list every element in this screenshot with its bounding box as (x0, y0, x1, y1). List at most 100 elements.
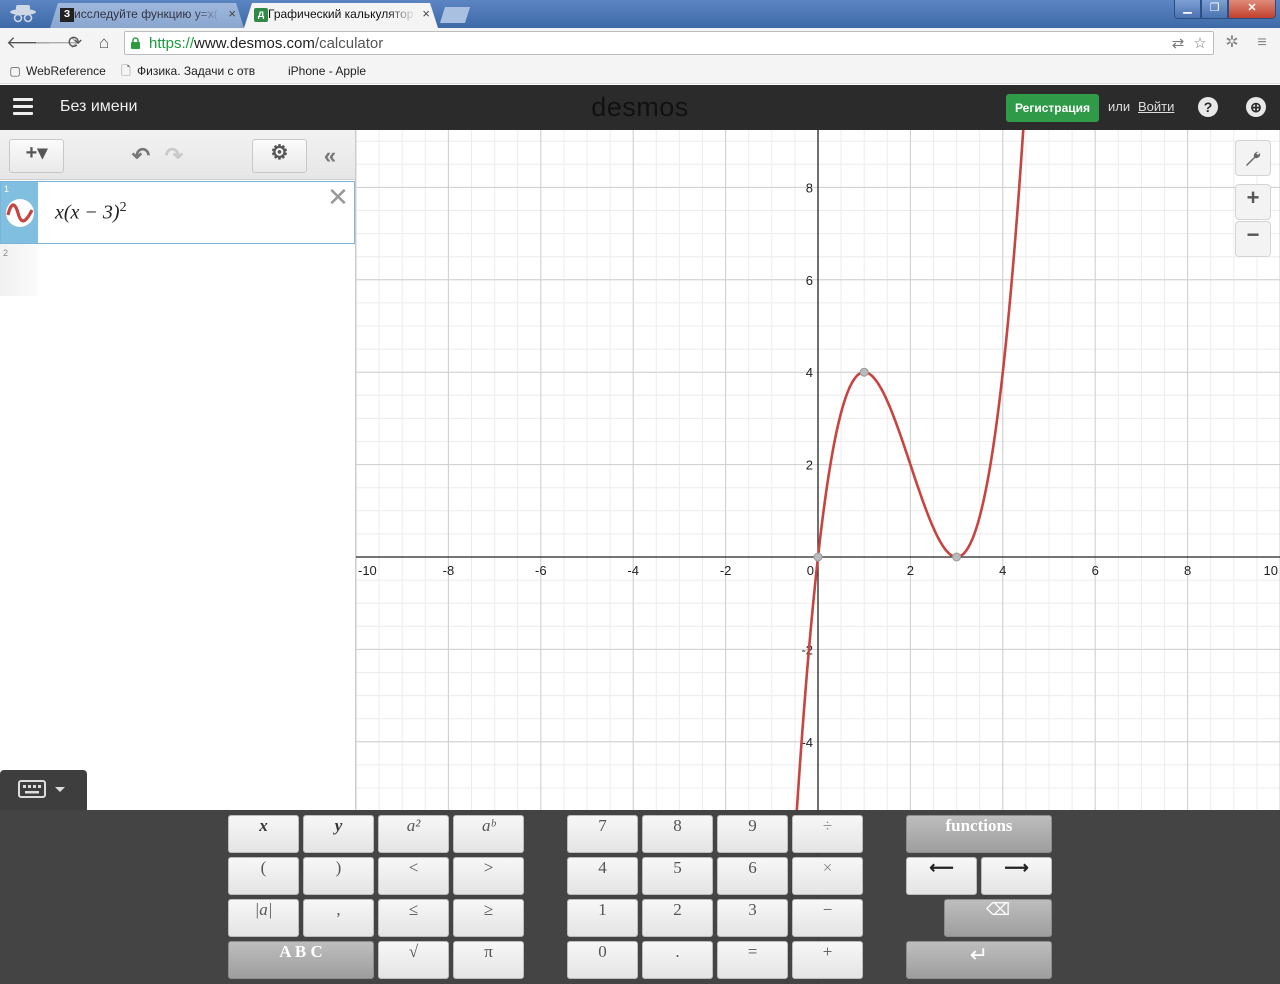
key-sqrt[interactable]: √ (378, 941, 449, 979)
wrench-icon (1246, 151, 1261, 166)
bookmark-item[interactable]: ▢ WebReference (6, 62, 106, 80)
key-y[interactable]: y (303, 815, 374, 853)
key-multiply[interactable]: × (792, 857, 863, 895)
left-arrow-key[interactable]: ⟵ (906, 857, 977, 895)
apple-icon (270, 64, 284, 78)
bookmark-item[interactable]: iPhone - Apple (268, 62, 366, 80)
key-pi[interactable]: π (453, 941, 524, 979)
backspace-key[interactable]: ⌫ (944, 899, 1052, 937)
key-2[interactable]: 2 (642, 899, 713, 937)
x-tick-label: 10 (1264, 563, 1278, 578)
key-4[interactable]: 4 (567, 857, 638, 895)
key-equals[interactable]: = (717, 941, 788, 979)
key-power[interactable]: aᵇ (453, 815, 524, 853)
forward-arrow-icon[interactable]: 🡒 (34, 32, 80, 54)
key-1[interactable]: 1 (567, 899, 638, 937)
zoom-in-button[interactable]: + (1235, 184, 1271, 220)
key-7[interactable]: 7 (567, 815, 638, 853)
extension-icon[interactable]: ✲ (1221, 32, 1243, 54)
reload-icon[interactable]: ⟳ (64, 32, 86, 54)
key-comma[interactable]: , (303, 899, 374, 937)
key-6[interactable]: 6 (717, 857, 788, 895)
minimize-button[interactable]: ▁ (1174, 0, 1201, 19)
zoom-out-button[interactable]: − (1235, 221, 1271, 257)
key-greater-equal[interactable]: ≥ (453, 899, 524, 937)
key-abs[interactable]: |a| (228, 899, 299, 937)
redo-icon[interactable]: ↷ (160, 142, 188, 170)
document-icon: 🗋 (121, 64, 131, 78)
incognito-icon (10, 5, 36, 23)
key-8[interactable]: 8 (642, 815, 713, 853)
close-tab-icon[interactable]: × (228, 3, 236, 25)
key-close-paren[interactable]: ) (303, 857, 374, 895)
key-abc[interactable]: A B C (228, 941, 374, 979)
key-less-equal[interactable]: ≤ (378, 899, 449, 937)
bookmark-item[interactable]: 🗋 Физика. Задачи с отв (117, 62, 257, 80)
key-9[interactable]: 9 (717, 815, 788, 853)
login-link[interactable]: Войти (1138, 99, 1174, 114)
close-tab-icon[interactable]: × (422, 3, 430, 25)
globe-icon[interactable]: ⊕ (1246, 97, 1266, 117)
key-minus[interactable]: − (792, 899, 863, 937)
key-3[interactable]: 3 (717, 899, 788, 937)
functions-button[interactable]: functions (906, 815, 1052, 853)
desmos-favicon-icon: д (254, 8, 268, 22)
key-5[interactable]: 5 (642, 857, 713, 895)
settings-button[interactable]: ⚙ (252, 139, 307, 173)
key-divide[interactable]: ÷ (792, 815, 863, 853)
key-plus[interactable]: + (792, 941, 863, 979)
tab-inactive[interactable]: З исследуйте функцию y=x( × (50, 3, 244, 28)
enter-key[interactable]: ↵ (906, 941, 1052, 979)
graph-settings-button[interactable] (1235, 140, 1271, 176)
menu-icon[interactable] (13, 98, 33, 116)
expression-tab[interactable]: 1 (1, 182, 38, 243)
star-icon[interactable]: ☆ (1191, 35, 1209, 53)
or-label: или (1108, 99, 1131, 114)
key-greater-than[interactable]: > (453, 857, 524, 895)
address-bar[interactable]: https://www.desmos.com/calculator ⇄ ☆ (124, 31, 1214, 55)
close-window-button[interactable]: ✕ (1228, 0, 1276, 19)
point-of-interest (813, 552, 823, 562)
home-icon[interactable]: ⌂ (93, 32, 115, 54)
maximize-button[interactable]: ❐ (1201, 0, 1228, 19)
url-text: https://www.desmos.com/calculator (149, 35, 384, 52)
add-item-button[interactable]: +▾ (9, 139, 64, 173)
expression-toolbar: +▾ ↶ ↷ ⚙ « (0, 130, 355, 180)
translate-icon[interactable]: ⇄ (1169, 35, 1187, 53)
graph-style-icon[interactable] (5, 198, 35, 228)
key-square[interactable]: a² (378, 815, 449, 853)
key-x[interactable]: x (228, 815, 299, 853)
tab-title: Графический калькулятор (268, 7, 414, 21)
collapse-panel-icon[interactable]: « (316, 142, 344, 170)
x-tick-label: 4 (999, 563, 1006, 578)
expression-panel: +▾ ↶ ↷ ⚙ « 1 x(x − 3)2 ✕ 2 (0, 130, 356, 810)
help-icon[interactable]: ? (1198, 97, 1218, 117)
x-tick-label: 8 (1184, 563, 1191, 578)
y-tick-label: 4 (806, 365, 813, 380)
backspace-icon: ⌫ (985, 900, 1011, 919)
back-arrow-icon[interactable]: 🡐 (6, 32, 52, 54)
right-arrow-key[interactable]: ⟶ (981, 857, 1052, 895)
expression-item[interactable]: 1 x(x − 3)2 ✕ (0, 181, 355, 244)
point-of-interest (952, 552, 962, 562)
y-tick-label: 2 (806, 458, 813, 473)
chrome-menu-icon[interactable]: ≡ (1251, 32, 1273, 54)
undo-icon[interactable]: ↶ (127, 142, 155, 170)
empty-expression-item[interactable]: 2 (0, 244, 37, 296)
tab-active[interactable]: д Графический калькулятор × (244, 3, 438, 28)
graph-title[interactable]: Без имени (60, 98, 137, 116)
key-decimal[interactable]: . (642, 941, 713, 979)
expression-math[interactable]: x(x − 3)2 (55, 200, 127, 225)
delete-expression-icon[interactable]: ✕ (327, 184, 349, 210)
browser-titlebar: З исследуйте функцию y=x( × д Графически… (0, 0, 1280, 28)
x-tick-label: -6 (535, 563, 547, 578)
key-0[interactable]: 0 (567, 941, 638, 979)
key-open-paren[interactable]: ( (228, 857, 299, 895)
tab-title: исследуйте функцию y=x( (74, 7, 218, 21)
signup-button[interactable]: Регистрация (1006, 94, 1099, 122)
new-tab-button[interactable] (440, 7, 470, 23)
y-tick-label: 6 (806, 273, 813, 288)
x-tick-label: -8 (443, 563, 455, 578)
key-less-than[interactable]: < (378, 857, 449, 895)
keyboard-toggle-button[interactable] (0, 770, 87, 810)
